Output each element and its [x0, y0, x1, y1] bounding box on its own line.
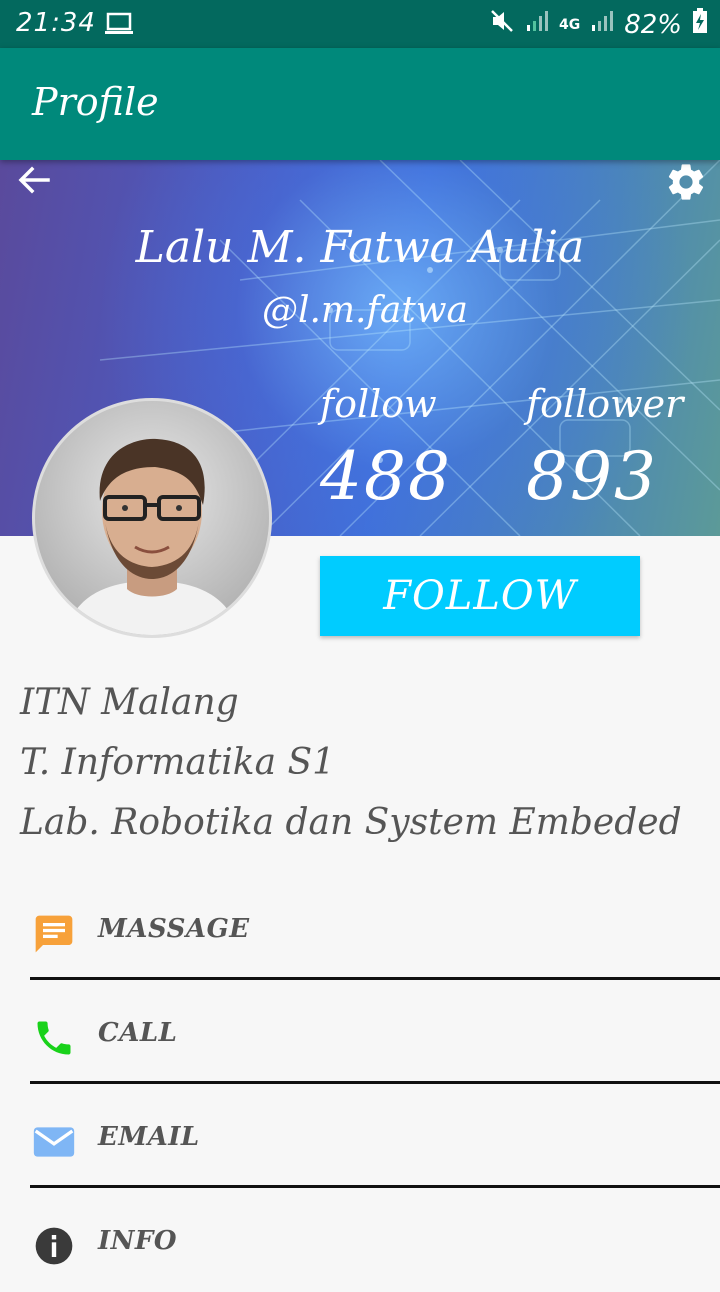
profile-photo	[35, 401, 269, 635]
status-bar: 21:34 4G 82%	[0, 0, 720, 48]
follow-button[interactable]: FOLLOW	[320, 556, 640, 636]
follow-count: 488	[320, 438, 452, 515]
battery-percent: 82%	[624, 9, 682, 40]
action-label-email: EMAIL	[98, 1122, 200, 1152]
back-arrow-icon[interactable]	[14, 160, 54, 204]
settings-gear-icon[interactable]	[664, 160, 708, 208]
action-label-call: CALL	[98, 1018, 178, 1048]
action-row-info[interactable]: INFO	[0, 1188, 720, 1292]
phone-icon	[32, 1016, 76, 1064]
detail-lab: Lab. Robotika dan System Embeded	[20, 802, 682, 843]
action-row-call[interactable]: CALL	[0, 980, 720, 1084]
email-icon	[32, 1120, 76, 1168]
profile-name: Lalu M. Fatwa Aulia	[135, 222, 585, 273]
status-time: 21:34	[16, 8, 96, 38]
action-label-info: INFO	[98, 1226, 178, 1256]
follow-label: follow	[320, 382, 437, 426]
signal-icon	[525, 9, 549, 40]
mute-icon	[489, 8, 515, 41]
action-label-message: MASSAGE	[98, 914, 250, 944]
follower-label: follower	[526, 382, 684, 426]
detail-department: T. Informatika S1	[20, 742, 336, 783]
detail-institution: ITN Malang	[20, 682, 239, 723]
laptop-icon	[104, 12, 134, 40]
avatar[interactable]	[32, 398, 272, 638]
message-icon	[32, 912, 76, 960]
signal-icon	[590, 9, 614, 40]
app-bar: Profile	[0, 48, 720, 160]
page-title: Profile	[32, 80, 159, 124]
profile-handle: @l.m.fatwa	[261, 290, 469, 331]
info-icon	[32, 1224, 76, 1272]
action-row-message[interactable]: MASSAGE	[0, 876, 720, 980]
action-row-email[interactable]: EMAIL	[0, 1084, 720, 1188]
network-type: 4G	[558, 16, 581, 33]
follower-count: 893	[526, 438, 658, 515]
battery-charging-icon	[692, 8, 708, 41]
